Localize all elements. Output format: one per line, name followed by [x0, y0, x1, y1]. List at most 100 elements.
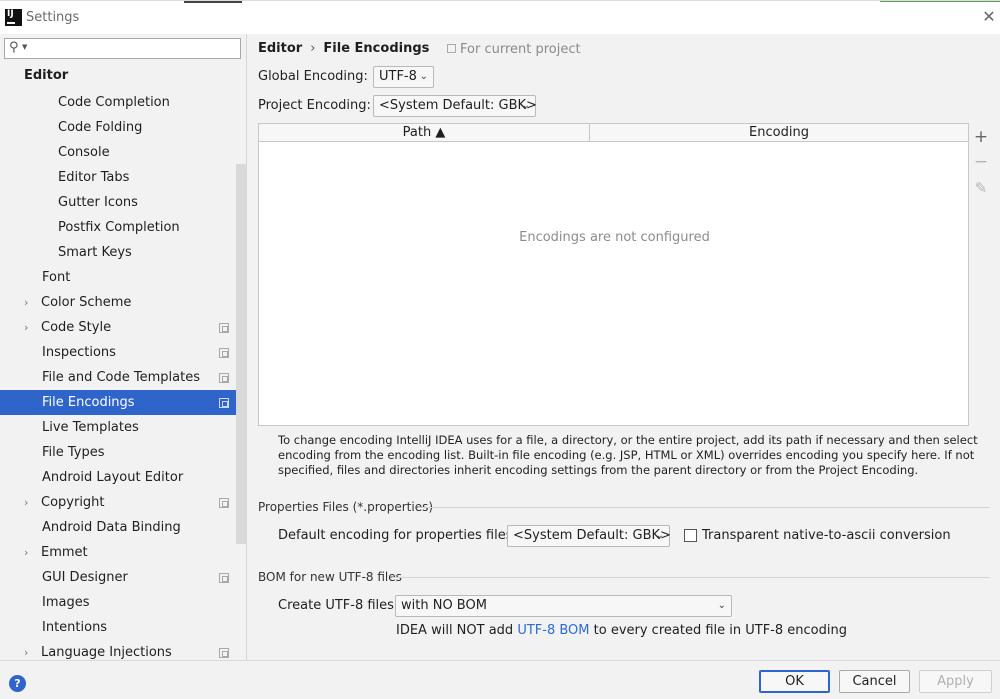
sidebar-item-console[interactable]: Console — [0, 140, 236, 165]
project-encoding-value: <System Default: GBK> — [379, 98, 537, 113]
sidebar-item-file-and-code-templates[interactable]: File and Code Templates — [0, 365, 236, 390]
cancel-button[interactable]: Cancel — [839, 670, 910, 693]
sidebar-item-label: Inspections — [42, 345, 116, 360]
sidebar-item-label: Live Templates — [42, 420, 139, 435]
sidebar-item-intentions[interactable]: Intentions — [0, 615, 236, 640]
chevron-down-icon: ⌄ — [419, 71, 428, 82]
bom-note-suffix: to every created file in UTF-8 encoding — [589, 623, 847, 638]
help-icon[interactable]: ? — [9, 675, 26, 692]
sidebar-item-code-folding[interactable]: Code Folding — [0, 115, 236, 140]
chevron-right-icon[interactable]: › — [24, 315, 28, 340]
search-input[interactable]: ⚲ ▼ — [4, 38, 241, 59]
sidebar-item-label: Emmet — [41, 545, 88, 560]
sidebar-item-color-scheme[interactable]: › Color Scheme — [0, 290, 236, 315]
sidebar-item-label: Editor Tabs — [58, 170, 130, 185]
global-encoding-select[interactable]: UTF-8 ⌄ — [373, 66, 434, 88]
sidebar-item-file-types[interactable]: File Types — [0, 440, 236, 465]
sidebar-item-label: Android Data Binding — [42, 520, 181, 535]
sidebar-item-code-style[interactable]: › Code Style — [0, 315, 236, 340]
project-scope-icon — [219, 348, 229, 358]
sidebar-item-smart-keys[interactable]: Smart Keys — [0, 240, 236, 265]
breadcrumb: Editor › File Encodings — [258, 41, 429, 56]
scope-label: For current project — [447, 42, 581, 57]
sidebar-item-code-completion[interactable]: Code Completion — [0, 90, 236, 115]
sidebar-item-label: Language Injections — [41, 645, 172, 660]
bom-section-divider — [392, 577, 990, 578]
project-scope-icon — [219, 323, 229, 333]
sidebar-item-label: Gutter Icons — [58, 195, 138, 210]
column-header-encoding[interactable]: Encoding — [590, 124, 968, 142]
properties-encoding-select[interactable]: <System Default: GBK> ⌄ — [507, 525, 671, 547]
properties-section-title: Properties Files (*.properties) — [258, 500, 434, 514]
breadcrumb-separator: › — [310, 41, 316, 56]
column-header-path[interactable]: Path ▲ — [259, 124, 590, 142]
encoding-info-text: To change encoding IntelliJ IDEA uses fo… — [278, 433, 978, 477]
sidebar-item-editor-tabs[interactable]: Editor Tabs — [0, 165, 236, 190]
bom-note-prefix: IDEA will NOT add — [396, 623, 518, 638]
global-encoding-value: UTF-8 — [379, 69, 417, 84]
sidebar-scrollbar[interactable] — [236, 164, 246, 544]
sidebar-item-label: Console — [58, 145, 110, 160]
close-icon[interactable]: ✕ — [979, 7, 999, 27]
sidebar-item-live-templates[interactable]: Live Templates — [0, 415, 236, 440]
project-scope-icon — [219, 398, 229, 408]
sidebar-item-label: File Types — [42, 445, 105, 460]
sidebar-item-label: File Encodings — [42, 395, 135, 410]
transparent-conversion-label[interactable]: Transparent native-to-ascii conversion — [702, 528, 951, 543]
sidebar-item-inspections[interactable]: Inspections — [0, 340, 236, 365]
sidebar-item-language-injections[interactable]: › Language Injections — [0, 640, 236, 660]
sidebar-item-copyright[interactable]: › Copyright — [0, 490, 236, 515]
sidebar-item-label: Smart Keys — [58, 245, 132, 260]
project-scope-icon — [219, 373, 229, 383]
settings-sidebar: ⚲ ▼ Editor Code Completion Code Folding Co… — [0, 34, 247, 660]
project-scope-icon — [447, 44, 456, 53]
sidebar-item-images[interactable]: Images — [0, 590, 236, 615]
properties-section-divider — [418, 507, 990, 508]
project-scope-icon — [219, 573, 229, 583]
window-title: Settings — [26, 10, 80, 25]
sidebar-item-file-encodings[interactable]: File Encodings — [0, 390, 236, 415]
dialog-footer: ? OK Cancel Apply — [0, 660, 1000, 699]
chevron-right-icon[interactable]: › — [24, 290, 28, 315]
utf8-bom-link[interactable]: UTF-8 BOM — [517, 623, 589, 638]
transparent-conversion-checkbox[interactable] — [684, 529, 697, 542]
sidebar-item-android-layout-editor[interactable]: Android Layout Editor — [0, 465, 236, 490]
chevron-right-icon[interactable]: › — [24, 490, 28, 515]
search-icon: ⚲ — [9, 40, 19, 55]
sidebar-item-gui-designer[interactable]: GUI Designer — [0, 565, 236, 590]
sidebar-item-android-data-binding[interactable]: Android Data Binding — [0, 515, 236, 540]
project-encoding-select[interactable]: <System Default: GBK> ⌄ — [373, 95, 537, 117]
encodings-table[interactable]: Path ▲ Encoding Encodings are not config… — [258, 123, 969, 426]
remove-icon[interactable]: − — [971, 152, 991, 172]
title-accent-line-right — [880, 1, 1000, 2]
add-icon[interactable]: + — [971, 127, 991, 147]
breadcrumb-current: File Encodings — [323, 41, 430, 56]
properties-encoding-value: <System Default: GBK> — [513, 528, 671, 543]
sidebar-item-label: Code Folding — [58, 120, 143, 135]
global-encoding-label: Global Encoding: — [258, 69, 368, 84]
sidebar-item-postfix-completion[interactable]: Postfix Completion — [0, 215, 236, 240]
intellij-icon: IJ — [5, 9, 22, 26]
properties-default-label: Default encoding for properties files: — [278, 528, 517, 543]
sidebar-item-label: Images — [42, 595, 90, 610]
project-encoding-label: Project Encoding: — [258, 98, 371, 113]
edit-icon[interactable]: ✎ — [971, 178, 991, 198]
sidebar-item-label: Copyright — [41, 495, 105, 510]
chevron-right-icon[interactable]: › — [24, 540, 28, 565]
sidebar-item-font[interactable]: Font — [0, 265, 236, 290]
sidebar-heading-editor[interactable]: Editor — [24, 68, 68, 83]
search-options-dropdown-icon[interactable]: ▼ — [22, 43, 27, 51]
chevron-down-icon: ⌄ — [717, 600, 726, 611]
title-accent-line — [184, 1, 242, 3]
ok-button[interactable]: OK — [759, 670, 830, 693]
project-scope-icon — [219, 498, 229, 508]
sidebar-item-label: File and Code Templates — [42, 370, 200, 385]
chevron-down-icon: ⌄ — [655, 530, 664, 541]
apply-button[interactable]: Apply — [919, 670, 992, 693]
sidebar-item-emmet[interactable]: › Emmet — [0, 540, 236, 565]
sidebar-item-label: Postfix Completion — [58, 220, 180, 235]
create-utf8-select[interactable]: with NO BOM ⌄ — [395, 595, 732, 617]
sidebar-item-label: Android Layout Editor — [42, 470, 184, 485]
sidebar-item-gutter-icons[interactable]: Gutter Icons — [0, 190, 236, 215]
chevron-right-icon[interactable]: › — [24, 640, 28, 660]
